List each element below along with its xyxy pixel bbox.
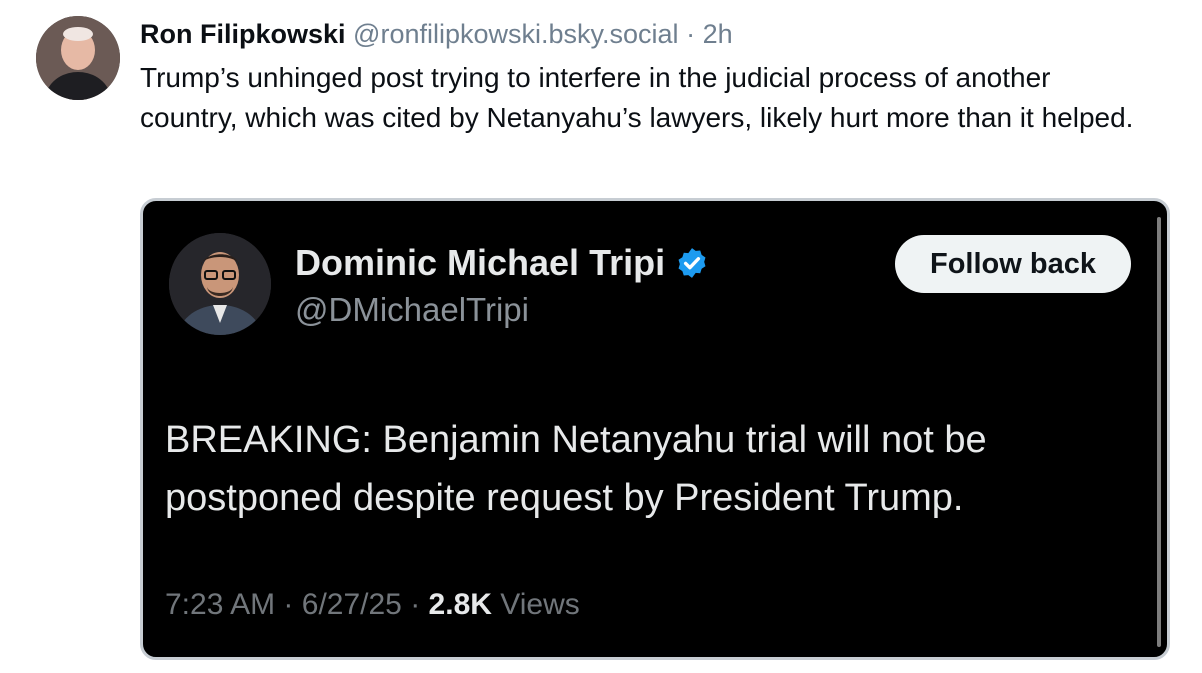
post: Ron Filipkowski @ronfilipkowski.bsky.soc… bbox=[0, 0, 1202, 673]
author-handle[interactable]: @ronfilipkowski.bsky.social bbox=[353, 19, 679, 49]
embed-handle: @DMichaelTripi bbox=[295, 291, 529, 328]
embed-name-text: Dominic Michael Tripi bbox=[295, 242, 666, 283]
author-name[interactable]: Ron Filipkowski bbox=[140, 19, 346, 49]
embed-display-name: Dominic Michael Tripi bbox=[295, 241, 709, 285]
embed-tweet-text: BREAKING: Benjamin Netanyahu trial will … bbox=[165, 419, 987, 519]
embed-meta: 7:23 AM · 6/27/25 · 2.8K Views bbox=[165, 585, 580, 625]
post-text: Trump’s unhinged post trying to interfer… bbox=[140, 62, 1134, 133]
embed-avatar-image bbox=[169, 233, 271, 335]
author-avatar[interactable] bbox=[36, 16, 120, 100]
embedded-image[interactable]: Dominic Michael Tripi @DMichaelTripi Fol… bbox=[140, 198, 1170, 660]
embed-time: 7:23 AM bbox=[165, 588, 276, 621]
embed-date: 6/27/25 bbox=[301, 588, 402, 621]
author-avatar-image bbox=[36, 16, 120, 100]
embed-meta-separator: · bbox=[283, 588, 294, 621]
embed-views-count: 2.8K bbox=[428, 588, 492, 621]
embed-views-label: Views bbox=[500, 588, 580, 621]
post-header: Ron Filipkowski @ronfilipkowski.bsky.soc… bbox=[140, 17, 733, 51]
verified-badge-icon bbox=[678, 248, 706, 278]
post-timestamp[interactable]: 2h bbox=[703, 19, 733, 49]
header-separator: · bbox=[686, 19, 696, 49]
embed-meta-separator: · bbox=[410, 588, 421, 621]
embed-scrollbar bbox=[1157, 217, 1161, 647]
follow-back-button: Follow back bbox=[895, 235, 1131, 293]
embed-avatar bbox=[169, 233, 271, 335]
